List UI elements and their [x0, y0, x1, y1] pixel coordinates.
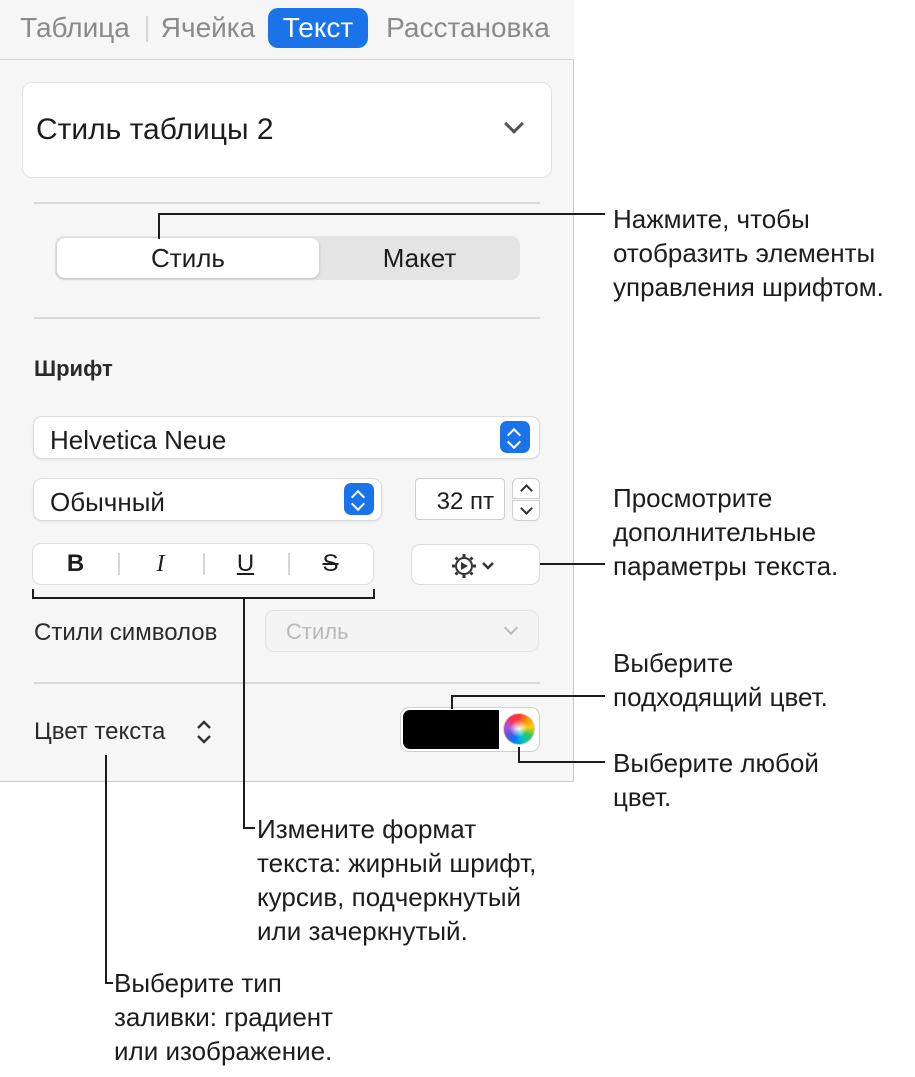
divider — [34, 682, 540, 684]
callout-line — [451, 695, 605, 697]
callout-wheel: Выберите любой цвет. — [613, 748, 819, 812]
color-swatch[interactable] — [403, 710, 499, 749]
callout-line — [105, 982, 113, 984]
chevron-down-icon — [504, 114, 524, 134]
typeface-popup[interactable]: Обычный — [33, 478, 382, 521]
popup-arrows-icon — [344, 483, 374, 515]
chevron-down-icon — [503, 620, 519, 636]
callout-fill: Выберите тип заливки: градиент или изображ… — [114, 968, 334, 1066]
callout-line — [540, 563, 605, 565]
callout-line — [373, 589, 375, 599]
callout-line — [451, 695, 453, 709]
style-layout-segmented-control: Стиль Макет — [55, 236, 520, 280]
strikethrough-button[interactable]: S — [288, 544, 373, 584]
callout-line — [158, 213, 160, 239]
segment-style[interactable]: Стиль — [57, 238, 319, 278]
font-size-stepper[interactable] — [512, 478, 540, 522]
font-size-field[interactable]: 32 пт — [415, 478, 505, 520]
segment-layout[interactable]: Макет — [321, 236, 518, 280]
tab-cell[interactable]: Ячейка — [158, 8, 258, 48]
underline-button[interactable]: U — [203, 544, 288, 584]
callout-line — [32, 597, 374, 599]
callout-gear: Просмотрите дополнительные параметры текст… — [613, 483, 839, 581]
divider — [34, 317, 540, 319]
tab-divider — [146, 16, 148, 42]
callout-line — [243, 597, 245, 829]
char-styles-label: Стили символов — [34, 619, 218, 646]
callout-swatch: Выберите подходящий цвет. — [613, 648, 828, 712]
callout-segmented: Нажмите, чтобы отобразить элементы управле… — [613, 204, 884, 302]
typeface-label: Обычный — [50, 487, 165, 517]
popup-arrows-icon — [500, 421, 530, 453]
tab-arrange[interactable]: Расстановка — [380, 8, 556, 48]
increase-size-button[interactable] — [512, 478, 540, 499]
font-family-popup[interactable]: Helvetica Neue — [33, 416, 540, 459]
inspector-tabbar: Таблица Ячейка Текст Расстановка — [0, 0, 574, 60]
gear-icon — [452, 554, 494, 578]
italic-button[interactable]: I — [118, 544, 203, 584]
char-styles-popup[interactable]: Стиль — [265, 610, 539, 652]
bold-button[interactable]: B — [33, 544, 118, 584]
advanced-options-button[interactable] — [411, 544, 540, 585]
callout-format: Измените формат текста: жирный шрифт, курс… — [257, 814, 537, 946]
callout-line — [105, 755, 107, 984]
divider — [34, 202, 540, 204]
table-style-popup[interactable]: Стиль таблицы 2 — [22, 82, 552, 178]
format-sidebar: Таблица Ячейка Текст Расстановка Стиль т… — [0, 0, 574, 782]
callout-line — [158, 213, 605, 215]
tab-text[interactable]: Текст — [268, 8, 368, 48]
char-styles-placeholder: Стиль — [286, 619, 349, 644]
text-format-buttons: B I U S — [32, 543, 374, 585]
callout-line — [518, 761, 605, 763]
font-size-value: 32 пт — [436, 488, 494, 515]
decrease-size-button[interactable] — [512, 500, 540, 521]
tab-table[interactable]: Таблица — [16, 8, 134, 48]
font-section-title: Шрифт — [34, 356, 113, 381]
callout-line — [243, 827, 255, 829]
font-family-label: Helvetica Neue — [50, 425, 227, 455]
callout-line — [518, 747, 520, 762]
table-style-label: Стиль таблицы 2 — [36, 113, 274, 146]
updown-arrows-icon[interactable] — [194, 718, 214, 746]
color-wheel-icon[interactable] — [503, 713, 535, 745]
text-color-label[interactable]: Цвет текста — [34, 718, 165, 746]
